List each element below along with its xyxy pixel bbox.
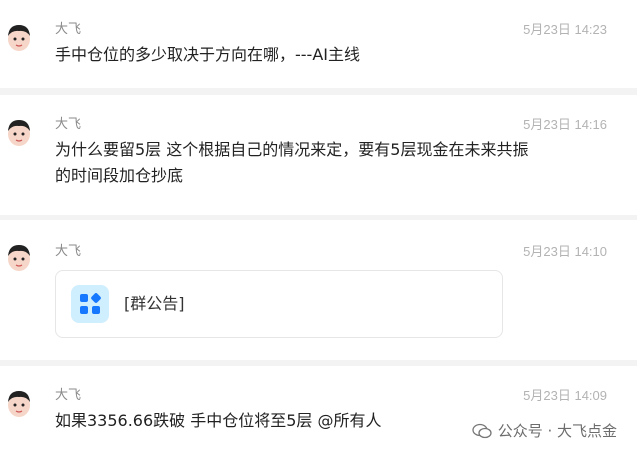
watermark-label: 公众号 · 大飞点金 xyxy=(497,422,617,440)
message-text: 手中仓位的多少取决于方向在哪，---AI主线 xyxy=(55,45,360,64)
timestamp: 5月23日 14:16 xyxy=(523,117,607,132)
card-label: [群公告] xyxy=(124,294,185,313)
announcement-card[interactable]: [群公告] xyxy=(55,270,503,338)
wechat-icon xyxy=(472,423,492,438)
sender-name: 大飞 xyxy=(55,117,82,132)
message-text-line: 的时间段加仓抄底 xyxy=(55,166,184,185)
message-text: 为什么要留5层 这个根据自己的情况来定，要有5层现金在未来共振 的时间段加仓抄底 xyxy=(55,137,595,189)
message-item-3: 大飞 5月23日 14:10 [群公告] xyxy=(0,220,637,360)
avatar[interactable] xyxy=(4,22,34,54)
message-item-1: 大飞 5月23日 14:23 手中仓位的多少取决于方向在哪，---AI主线 xyxy=(0,0,637,88)
sender-name: 大飞 xyxy=(55,244,82,259)
avatar[interactable] xyxy=(4,117,34,149)
message-item-4: 大飞 5月23日 14:09 如果3356.66跌破 手中仓位将至5层 @所有人… xyxy=(0,366,637,455)
announcement-app-icon xyxy=(71,285,109,323)
avatar[interactable] xyxy=(4,388,34,420)
timestamp: 5月23日 14:09 xyxy=(523,388,607,403)
sender-name: 大飞 xyxy=(55,22,82,37)
message-item-2: 大飞 5月23日 14:16 为什么要留5层 这个根据自己的情况来定，要有5层现… xyxy=(0,95,637,215)
avatar[interactable] xyxy=(4,242,34,274)
timestamp: 5月23日 14:10 xyxy=(523,244,607,259)
timestamp: 5月23日 14:23 xyxy=(523,22,607,37)
sender-name: 大飞 xyxy=(55,388,82,403)
message-text-line: 为什么要留5层 这个根据自己的情况来定，要有5层现金在未来共振 xyxy=(55,140,529,159)
watermark: 公众号 · 大飞点金 xyxy=(472,420,617,441)
